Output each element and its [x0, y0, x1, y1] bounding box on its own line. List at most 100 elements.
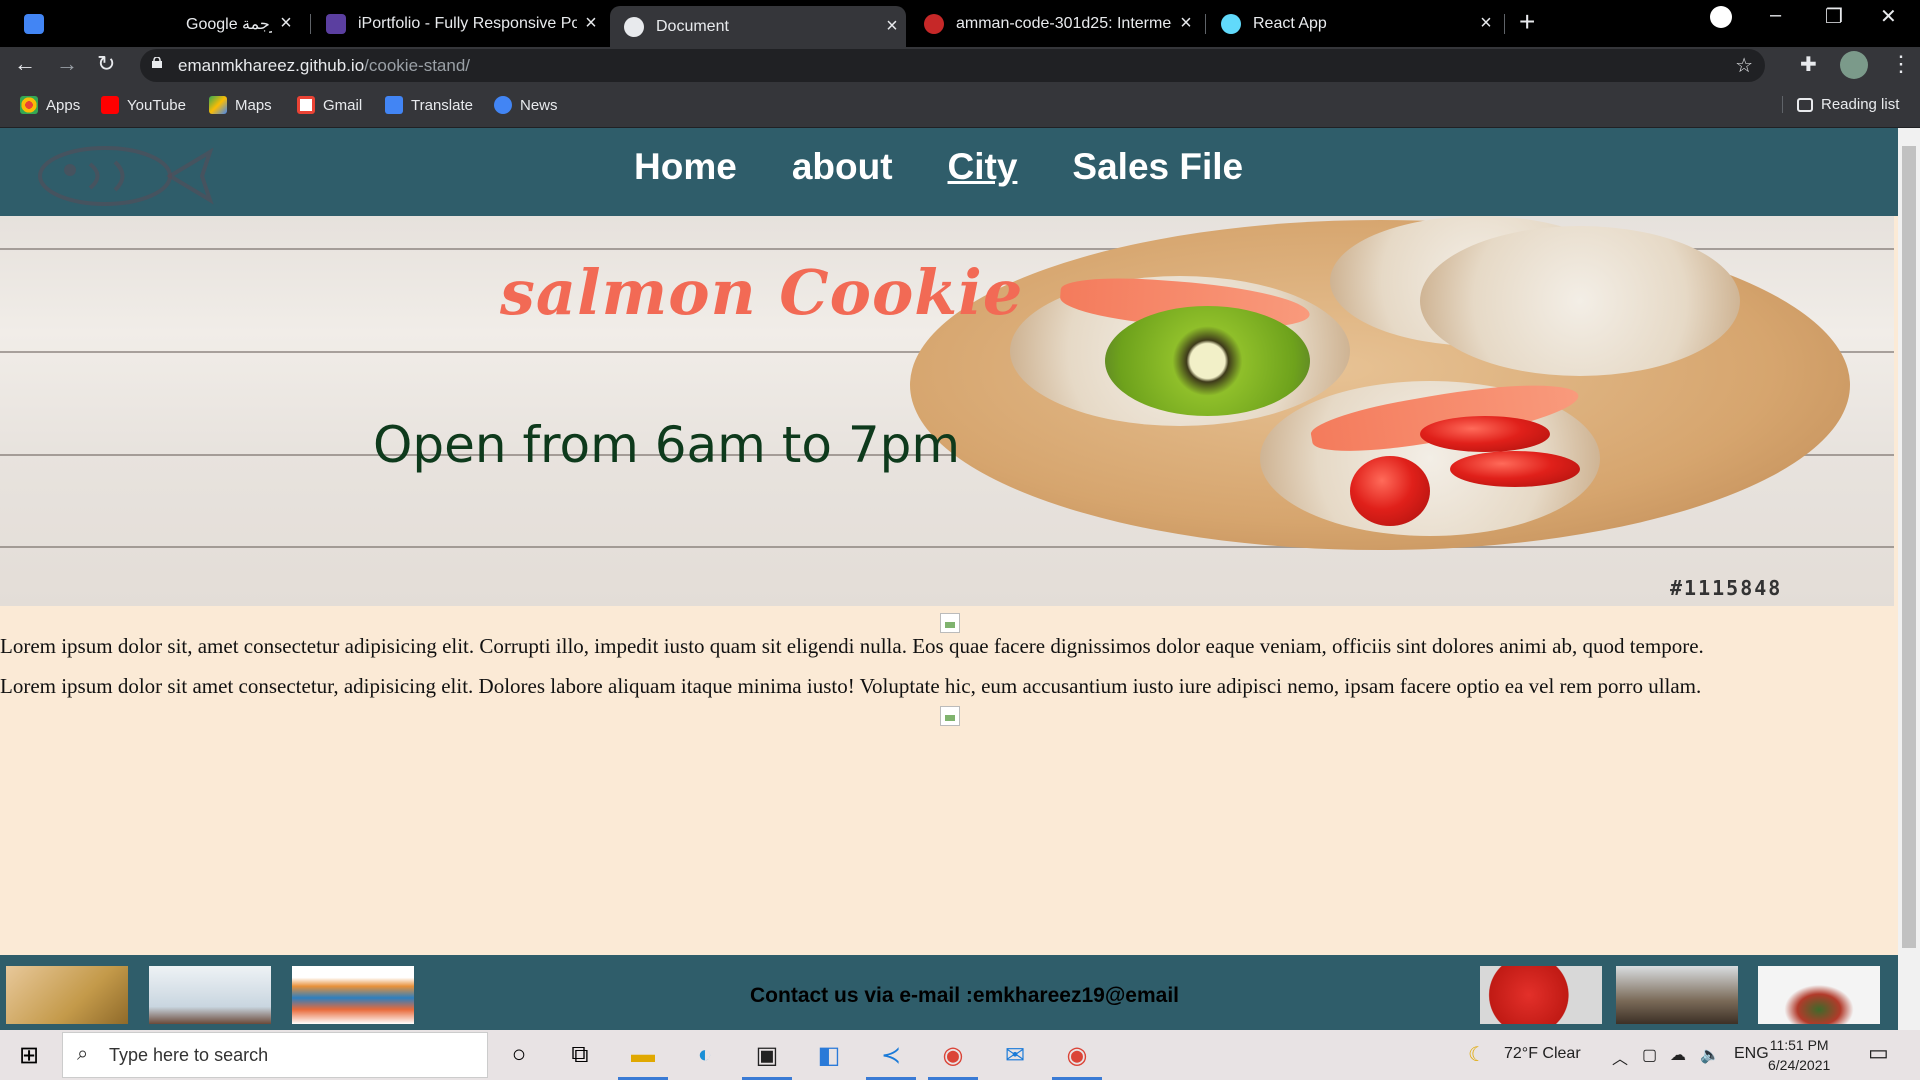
bookmark-gmail[interactable]: Gmail	[297, 96, 362, 114]
footer-gold-fish-image	[0, 960, 134, 1030]
fish-logo-icon	[38, 146, 214, 206]
meet-now-icon[interactable]: ▢	[1642, 1045, 1657, 1065]
globe-icon	[624, 16, 644, 37]
hero-image-id: #1115848	[1670, 576, 1783, 600]
close-tab-icon[interactable]: ×	[1472, 12, 1500, 35]
taskbar-search-box[interactable]: ⌕ Type here to search	[62, 1032, 488, 1078]
hero-title: salmon Cookie	[500, 256, 1024, 329]
nav-about-link[interactable]: about	[792, 146, 893, 188]
google-translate-app-icon[interactable]	[10, 0, 44, 47]
extensions-puzzle-icon[interactable]: ✚	[1800, 52, 1817, 77]
tab-title: amman-code-301d25: Intermedia	[956, 14, 1172, 32]
rice-cracker-image	[1420, 226, 1740, 376]
close-tab-icon[interactable]: ×	[1172, 12, 1200, 35]
nav-city-link[interactable]: City	[948, 146, 1018, 188]
url-host: emanmkhareez.github.io	[178, 56, 365, 75]
close-tab-icon[interactable]: ×	[272, 12, 300, 35]
bookmark-star-icon[interactable]: ☆	[1735, 53, 1753, 78]
vscode-icon[interactable]: ≺	[866, 1038, 916, 1080]
address-bar[interactable]: emanmkhareez.github.io/cookie-stand/ ☆	[140, 49, 1765, 82]
bookmark-label: Apps	[46, 96, 81, 114]
task-view-icon[interactable]: ⧉	[563, 1038, 597, 1072]
tab-title: React App	[1253, 14, 1327, 32]
close-tab-icon[interactable]: ×	[878, 15, 906, 38]
kiwi-slice-image	[1105, 306, 1310, 416]
menu-kebab-icon[interactable]: ⋮	[1890, 51, 1912, 77]
forward-icon[interactable]: →	[56, 51, 78, 77]
weather-moon-icon[interactable]: ☾	[1468, 1042, 1486, 1067]
search-icon: ⌕	[77, 1043, 89, 1065]
minimize-icon[interactable]: –	[1770, 4, 1781, 27]
bookmark-apps[interactable]: Apps	[20, 96, 80, 114]
chrome-profile-icon[interactable]: ◉	[1052, 1038, 1102, 1080]
cherry-tomato-image	[1350, 456, 1430, 526]
footer-fish-illustration	[286, 960, 420, 1030]
url-text: emanmkhareez.github.io/cookie-stand/	[178, 56, 470, 76]
tab-amman-code[interactable]: amman-code-301d25: Intermedia ×	[910, 0, 1200, 47]
lock-icon	[152, 57, 162, 68]
bookmark-label: Translate	[411, 96, 473, 114]
cherry-tomato-image	[1420, 416, 1550, 452]
chrome-icon[interactable]: ◉	[928, 1038, 978, 1080]
footer-shark-image	[1610, 960, 1744, 1030]
clock-date: 6/24/2021	[1768, 1057, 1831, 1073]
reading-list-button[interactable]: Reading list	[1782, 96, 1899, 113]
language-indicator[interactable]: ENG	[1734, 1045, 1769, 1063]
hero-banner: salmon Cookie Open from 6am to 7pm #1115…	[0, 216, 1894, 606]
tab-iportfolio[interactable]: iPortfolio - Fully Responsive Portf ×	[312, 0, 605, 47]
mail-icon[interactable]: ✉	[998, 1038, 1032, 1072]
iportfolio-icon	[326, 13, 346, 34]
restore-icon[interactable]: ❐	[1825, 4, 1843, 29]
profile-avatar[interactable]	[1840, 51, 1868, 79]
hero-subtitle: Open from 6am to 7pm	[373, 416, 961, 474]
show-hidden-icons-chevron-icon[interactable]: ︿	[1612, 1045, 1628, 1069]
notifications-icon[interactable]: ▭	[1868, 1040, 1889, 1066]
paragraph: Lorem ipsum dolor sit, amet consectetur …	[0, 634, 1704, 658]
reading-list-label: Reading list	[1821, 96, 1900, 113]
bookmark-news[interactable]: News	[494, 96, 558, 114]
volume-icon[interactable]: 🔈	[1700, 1045, 1720, 1065]
terminal-icon[interactable]: ▣	[742, 1038, 792, 1080]
bookmark-youtube[interactable]: YouTube	[101, 96, 186, 114]
paragraph: Lorem ipsum dolor sit amet consectetur, …	[0, 674, 1702, 698]
broken-image-icon	[940, 706, 960, 726]
footer-family-photo	[143, 960, 277, 1030]
bookmarks-bar: Apps YouTube Maps Gmail Translate News R…	[0, 84, 1920, 128]
windows-start-icon[interactable]: ⊞	[12, 1038, 46, 1072]
react-icon	[1221, 13, 1241, 34]
browser-toolbar: ← → ↻ emanmkhareez.github.io/cookie-stan…	[0, 47, 1920, 84]
bookmark-translate[interactable]: Translate	[385, 96, 473, 114]
bookmark-label: Maps	[235, 96, 272, 114]
documents-icon[interactable]: ◧	[812, 1038, 846, 1072]
page-scrollbar[interactable]	[1898, 128, 1920, 1030]
codefellows-icon	[924, 13, 944, 34]
back-icon[interactable]: ←	[14, 51, 36, 77]
tab-react-app[interactable]: React App ×	[1207, 0, 1500, 47]
nav-home-link[interactable]: Home	[634, 146, 737, 188]
reload-icon[interactable]: ↻	[97, 51, 115, 77]
wood-plank-line	[0, 546, 1894, 548]
scrollbar-thumb[interactable]	[1902, 146, 1916, 948]
reading-list-icon	[1797, 97, 1813, 112]
close-window-icon[interactable]: ✕	[1880, 4, 1897, 29]
tab-title: Google ترجمة	[186, 15, 272, 33]
onedrive-cloud-icon[interactable]: ☁	[1670, 1045, 1686, 1065]
footer-contact-email[interactable]: Contact us via e-mail :emkhareez19@email	[750, 984, 1179, 1008]
cortana-circle-icon[interactable]: ○	[502, 1038, 536, 1072]
tab-document[interactable]: Document ×	[610, 6, 906, 47]
tab-google-translate[interactable]: Google ترجمة ×	[170, 0, 300, 47]
taskbar-clock[interactable]: 11:51 PM 6/24/2021	[1768, 1035, 1830, 1075]
weather-text[interactable]: 72°F Clear	[1504, 1045, 1581, 1063]
bookmark-maps[interactable]: Maps	[209, 96, 272, 114]
file-explorer-icon[interactable]: ▬	[618, 1038, 668, 1080]
nav-sales-file-link[interactable]: Sales File	[1072, 146, 1243, 188]
close-tab-icon[interactable]: ×	[577, 12, 605, 35]
cherry-tomato-image	[1450, 451, 1580, 487]
tab-search-icon[interactable]	[1710, 6, 1732, 28]
windows-taskbar: ⊞ ⌕ Type here to search ○ ⧉ ▬ ◐ ▣ ◧ ≺ ◉ …	[0, 1030, 1920, 1080]
broken-image-icon	[940, 613, 960, 633]
apps-grid-icon	[20, 96, 38, 114]
new-tab-plus-icon[interactable]: +	[1519, 6, 1535, 38]
search-placeholder: Type here to search	[109, 1045, 269, 1065]
edge-browser-icon[interactable]: ◐	[688, 1038, 722, 1072]
